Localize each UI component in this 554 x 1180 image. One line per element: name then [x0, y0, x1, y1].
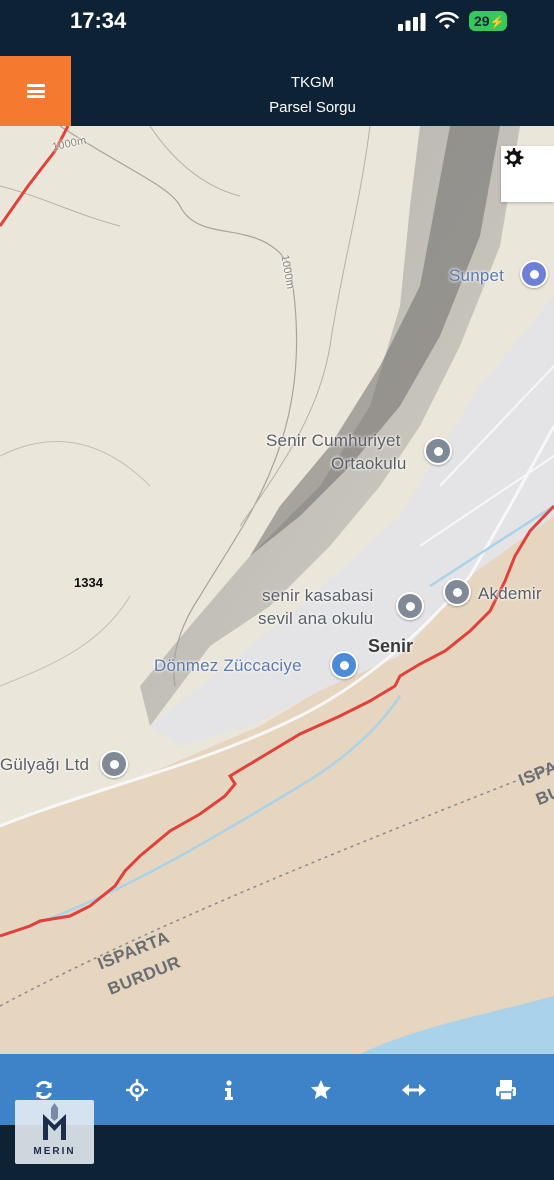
measure-button[interactable] — [384, 1054, 444, 1125]
poi-label-gulyagi: Gülyağı Ltd — [0, 755, 90, 774]
merin-logo: MERIN — [15, 1100, 94, 1164]
info-button[interactable] — [199, 1054, 259, 1125]
charging-bolt-icon: ⚡ — [489, 15, 505, 29]
app-title: TKGM — [290, 74, 335, 91]
wifi-icon — [435, 11, 459, 29]
fuel-icon[interactable] — [520, 260, 548, 288]
pin-icon[interactable] — [443, 578, 471, 606]
locate-button[interactable] — [107, 1054, 167, 1125]
status-time: 17:34 — [70, 8, 127, 33]
battery-level: 29 — [474, 13, 490, 29]
map-view[interactable]: 1000m 1000m Sunpet Senir Cumhuriyet Orta… — [0, 126, 554, 1054]
school-icon[interactable] — [396, 592, 424, 620]
logo-text: MERIN — [33, 1146, 76, 1157]
cellular-signal-icon — [398, 13, 426, 31]
measure-icon — [402, 1083, 426, 1096]
poi-label-kindergarten-line2: sevil ana okulu — [258, 609, 374, 628]
poi-label-school: Senir Cumhuriyet — [266, 431, 401, 450]
print-icon — [496, 1079, 516, 1101]
shopping-bag-icon[interactable] — [330, 651, 358, 679]
place-label-senir: Senir — [368, 636, 414, 656]
poi-label-kindergarten: senir kasabasi — [262, 586, 374, 605]
favorite-icon — [311, 1079, 331, 1099]
pin-icon[interactable] — [100, 750, 128, 778]
logo-mark-icon — [43, 1103, 66, 1140]
print-button[interactable] — [476, 1054, 536, 1125]
status-bar: 17:34 29⚡ — [0, 0, 554, 56]
battery-indicator: 29⚡ — [469, 11, 507, 31]
poi-label-akdemir: Akdemir — [478, 584, 542, 603]
app-header: TKGM Parsel Sorgu — [0, 56, 554, 126]
hamburger-menu-icon — [26, 84, 45, 98]
locate-icon — [126, 1078, 148, 1101]
gear-icon — [504, 148, 524, 167]
school-icon[interactable] — [424, 437, 452, 465]
app-subtitle: Parsel Sorgu — [269, 99, 356, 116]
poi-label-sunpet: Sunpet — [449, 266, 505, 285]
menu-button[interactable] — [0, 56, 71, 126]
refresh-icon — [36, 1080, 52, 1099]
poi-label-school-line2: Ortaokulu — [331, 454, 407, 473]
info-icon — [225, 1079, 233, 1100]
favorite-button[interactable] — [291, 1054, 351, 1125]
poi-label-zuccaciye: Dönmez Züccaciye — [154, 656, 302, 675]
parcel-number: 1334 — [74, 575, 103, 590]
settings-button[interactable] — [501, 146, 554, 202]
